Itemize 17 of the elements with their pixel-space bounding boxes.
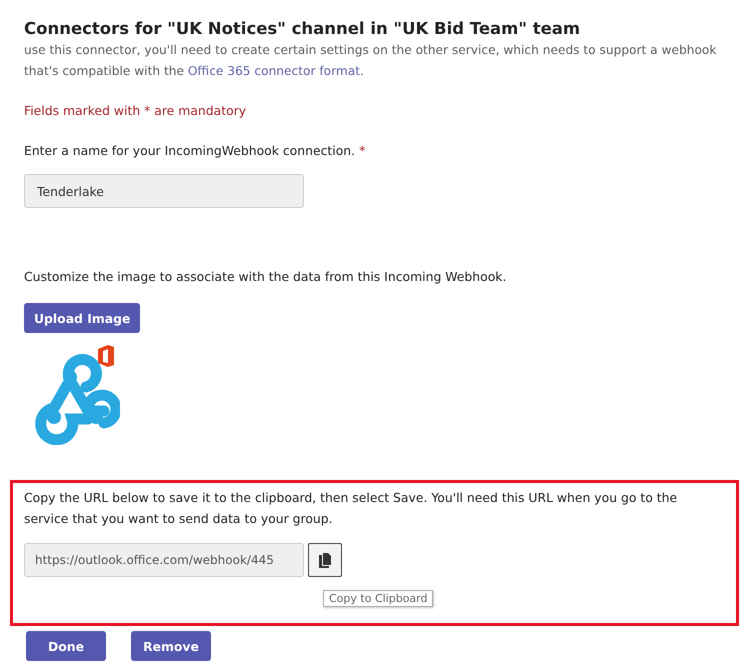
connector-format-link[interactable]: Office 365 connector format — [188, 64, 360, 78]
mandatory-note: Fields marked with * are mandatory — [24, 102, 248, 120]
field-label: Enter a name for your IncomingWebhook connection. — [24, 143, 356, 158]
page-title: Connectors for "UK Notices" channel in "UK Bid Team" team — [24, 18, 582, 40]
action-button[interactable]: Done — [26, 631, 106, 661]
upload-image-button[interactable]: Upload Image — [24, 303, 140, 333]
url-instructions: Copy the URL below to save it to the clipboard, then select Save. You'll need this URL when you go to the service that you want to send data to your group. — [24, 489, 678, 528]
name-input-field[interactable]: Tenderlake — [24, 174, 304, 208]
copy-icon — [319, 552, 331, 568]
image-label: Customize the image to associate with the data from this Incoming Webhook. — [24, 268, 508, 286]
description-text: use this connector, you'll need to create certain settings on the other service, which needs to support a webhook that's compatible with the Office 365 connector format. — [24, 42, 718, 80]
copy-button[interactable] — [308, 543, 342, 577]
office-icon — [97, 345, 115, 367]
action-button[interactable]: Remove — [131, 631, 211, 661]
url-input-field[interactable]: https://outlook.office.com/webhook/445 — [24, 543, 304, 577]
required-mark: * — [359, 143, 366, 158]
tooltip: Copy to Clipboard — [323, 590, 434, 607]
